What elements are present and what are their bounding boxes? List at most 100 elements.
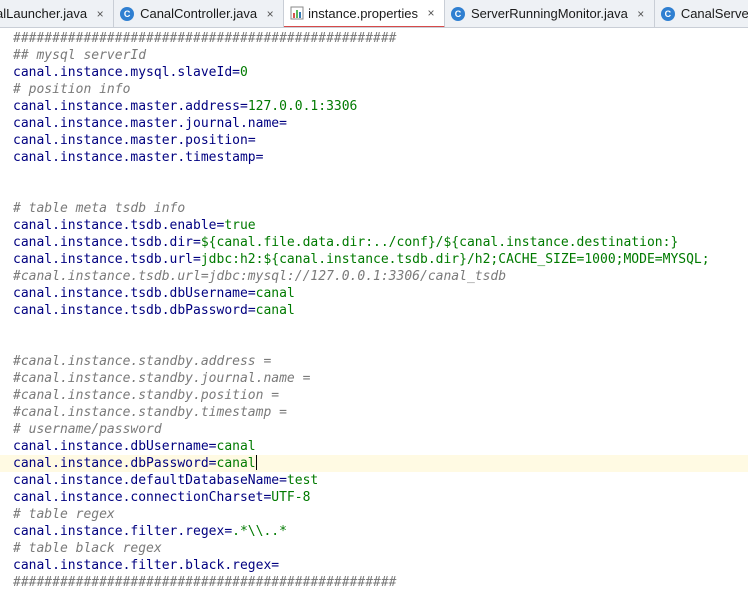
property-value: canal <box>216 439 256 454</box>
editor-tab-bar: alLauncher.java × C CanalController.java × in… <box>0 0 748 28</box>
comment-text: #canal.instance.standby.timestamp = <box>13 405 287 420</box>
equals-sign: = <box>247 133 256 148</box>
code-line: #canal.instance.standby.position = <box>13 387 279 404</box>
comment-text: ########################################… <box>13 575 397 590</box>
close-tab-icon[interactable]: × <box>265 7 275 21</box>
code-line: # position info <box>13 81 130 98</box>
code-line: canal.instance.tsdb.enable=true <box>13 217 256 234</box>
property-key: canal.instance.tsdb.enable <box>13 218 217 233</box>
text-caret <box>255 455 257 470</box>
code-line: canal.instance.master.address=127.0.0.1:… <box>13 98 357 115</box>
property-key: canal.instance.defaultDatabaseName <box>13 473 280 488</box>
code-line: canal.instance.master.timestamp= <box>13 149 263 166</box>
equals-sign: = <box>247 286 256 301</box>
property-value: 127.0.0.1:3306 <box>247 99 358 114</box>
tab-canalcontroller-java[interactable]: C CanalController.java × <box>114 0 285 27</box>
property-key: canal.instance.tsdb.dbUsername <box>13 286 248 301</box>
code-line: ########################################… <box>13 574 397 591</box>
property-key: canal.instance.dbUsername <box>13 439 209 454</box>
code-line: canal.instance.mysql.slaveId=0 <box>13 64 248 81</box>
property-key: canal.instance.tsdb.dir <box>13 235 194 250</box>
code-line: canal.instance.master.journal.name= <box>13 115 287 132</box>
property-value: 0 <box>239 65 248 80</box>
property-key: canal.instance.filter.regex <box>13 524 225 539</box>
tab-label: instance.properties <box>308 5 418 21</box>
property-key: canal.instance.master.address <box>13 99 240 114</box>
code-line: canal.instance.filter.black.regex= <box>13 557 279 574</box>
comment-text: # table black regex <box>13 541 162 556</box>
close-tab-icon[interactable]: × <box>95 7 105 21</box>
properties-file-icon <box>290 6 304 20</box>
code-line: ## mysql serverId <box>13 47 146 64</box>
code-line: #canal.instance.standby.journal.name = <box>13 370 310 387</box>
comment-text: #canal.instance.tsdb.url=jdbc:mysql://12… <box>13 269 507 284</box>
code-line: canal.instance.tsdb.url=jdbc:h2:${canal.… <box>13 251 710 268</box>
code-line: canal.instance.defaultDatabaseName=test <box>13 472 318 489</box>
close-tab-icon[interactable]: × <box>426 6 436 20</box>
equals-sign: = <box>247 303 256 318</box>
code-line: canal.instance.dbPassword=canal <box>13 455 257 472</box>
comment-text: # position info <box>13 82 131 97</box>
property-value: test <box>286 473 319 488</box>
property-value: ${canal.file.data.dir:../conf}/${canal.i… <box>200 235 679 250</box>
code-line: canal.instance.master.position= <box>13 132 256 149</box>
comment-text: # username/password <box>13 422 162 437</box>
code-line: # table black regex <box>13 540 162 557</box>
equals-sign: = <box>239 99 248 114</box>
equals-sign: = <box>224 524 233 539</box>
equals-sign: = <box>193 252 201 267</box>
property-key: canal.instance.master.position <box>13 133 248 148</box>
property-value: canal <box>255 303 295 318</box>
property-value: canal <box>216 456 256 471</box>
equals-sign: = <box>232 65 240 80</box>
code-line: #canal.instance.standby.timestamp = <box>13 404 287 421</box>
code-line: canal.instance.filter.regex=.*\\..* <box>13 523 287 540</box>
equals-sign: = <box>279 473 287 488</box>
code-line: canal.instance.connectionCharset=UTF-8 <box>13 489 310 506</box>
tab-serverrunningmonitor-java[interactable]: C ServerRunningMonitor.java × <box>445 0 655 27</box>
java-class-icon: C <box>120 6 135 21</box>
java-class-icon: C <box>451 6 465 21</box>
tab-label: ServerRunningMonitor.java <box>471 6 628 21</box>
comment-text: ## mysql serverId <box>13 48 147 63</box>
property-key: canal.instance.tsdb.dbPassword <box>13 303 248 318</box>
property-key: canal.instance.master.timestamp <box>13 150 256 165</box>
java-class-icon: C <box>660 6 675 21</box>
comment-text: # table regex <box>13 507 115 522</box>
code-line: ########################################… <box>13 30 397 47</box>
equals-sign: = <box>279 116 287 131</box>
property-value: true <box>224 218 256 233</box>
tab-label: CanalController.java <box>140 6 258 21</box>
comment-text: #canal.instance.standby.journal.name = <box>13 371 311 386</box>
property-value: canal <box>255 286 295 301</box>
comment-text: # table meta tsdb info <box>13 201 186 216</box>
code-editor[interactable]: ########################################… <box>0 28 748 596</box>
equals-sign: = <box>208 456 217 471</box>
property-value: .*\\..* <box>232 524 287 539</box>
property-key: canal.instance.tsdb.url <box>13 252 194 267</box>
code-line: canal.instance.tsdb.dbUsername=canal <box>13 285 295 302</box>
property-key: canal.instance.master.journal.name <box>13 116 280 131</box>
code-line: # username/password <box>13 421 162 438</box>
property-key: canal.instance.mysql.slaveId <box>13 65 233 80</box>
tab-label: alLauncher.java <box>0 6 88 21</box>
comment-text: #canal.instance.standby.address = <box>13 354 272 369</box>
tab-instance-properties[interactable]: instance.properties × <box>284 0 445 27</box>
code-line: canal.instance.tsdb.dir=${canal.file.dat… <box>13 234 678 251</box>
property-key: canal.instance.filter.black.regex <box>13 558 272 573</box>
tab-canalserverw[interactable]: C CanalServerW <box>655 0 748 27</box>
comment-text: #canal.instance.standby.position = <box>13 388 280 403</box>
property-value: UTF-8 <box>271 490 311 505</box>
close-tab-icon[interactable]: × <box>636 7 646 21</box>
code-line: canal.instance.dbUsername=canal <box>13 438 256 455</box>
code-line: canal.instance.tsdb.dbPassword=canal <box>13 302 295 319</box>
property-value: jdbc:h2:${canal.instance.tsdb.dir}/h2;CA… <box>200 252 710 267</box>
comment-text: ########################################… <box>13 31 397 46</box>
equals-sign: = <box>208 439 217 454</box>
code-line: # table regex <box>13 506 115 523</box>
code-line: # table meta tsdb info <box>13 200 185 217</box>
code-line: #canal.instance.tsdb.url=jdbc:mysql://12… <box>13 268 506 285</box>
equals-sign: = <box>193 235 201 250</box>
property-key: canal.instance.dbPassword <box>13 456 209 471</box>
tab-allauncher-java[interactable]: alLauncher.java × <box>0 0 115 27</box>
